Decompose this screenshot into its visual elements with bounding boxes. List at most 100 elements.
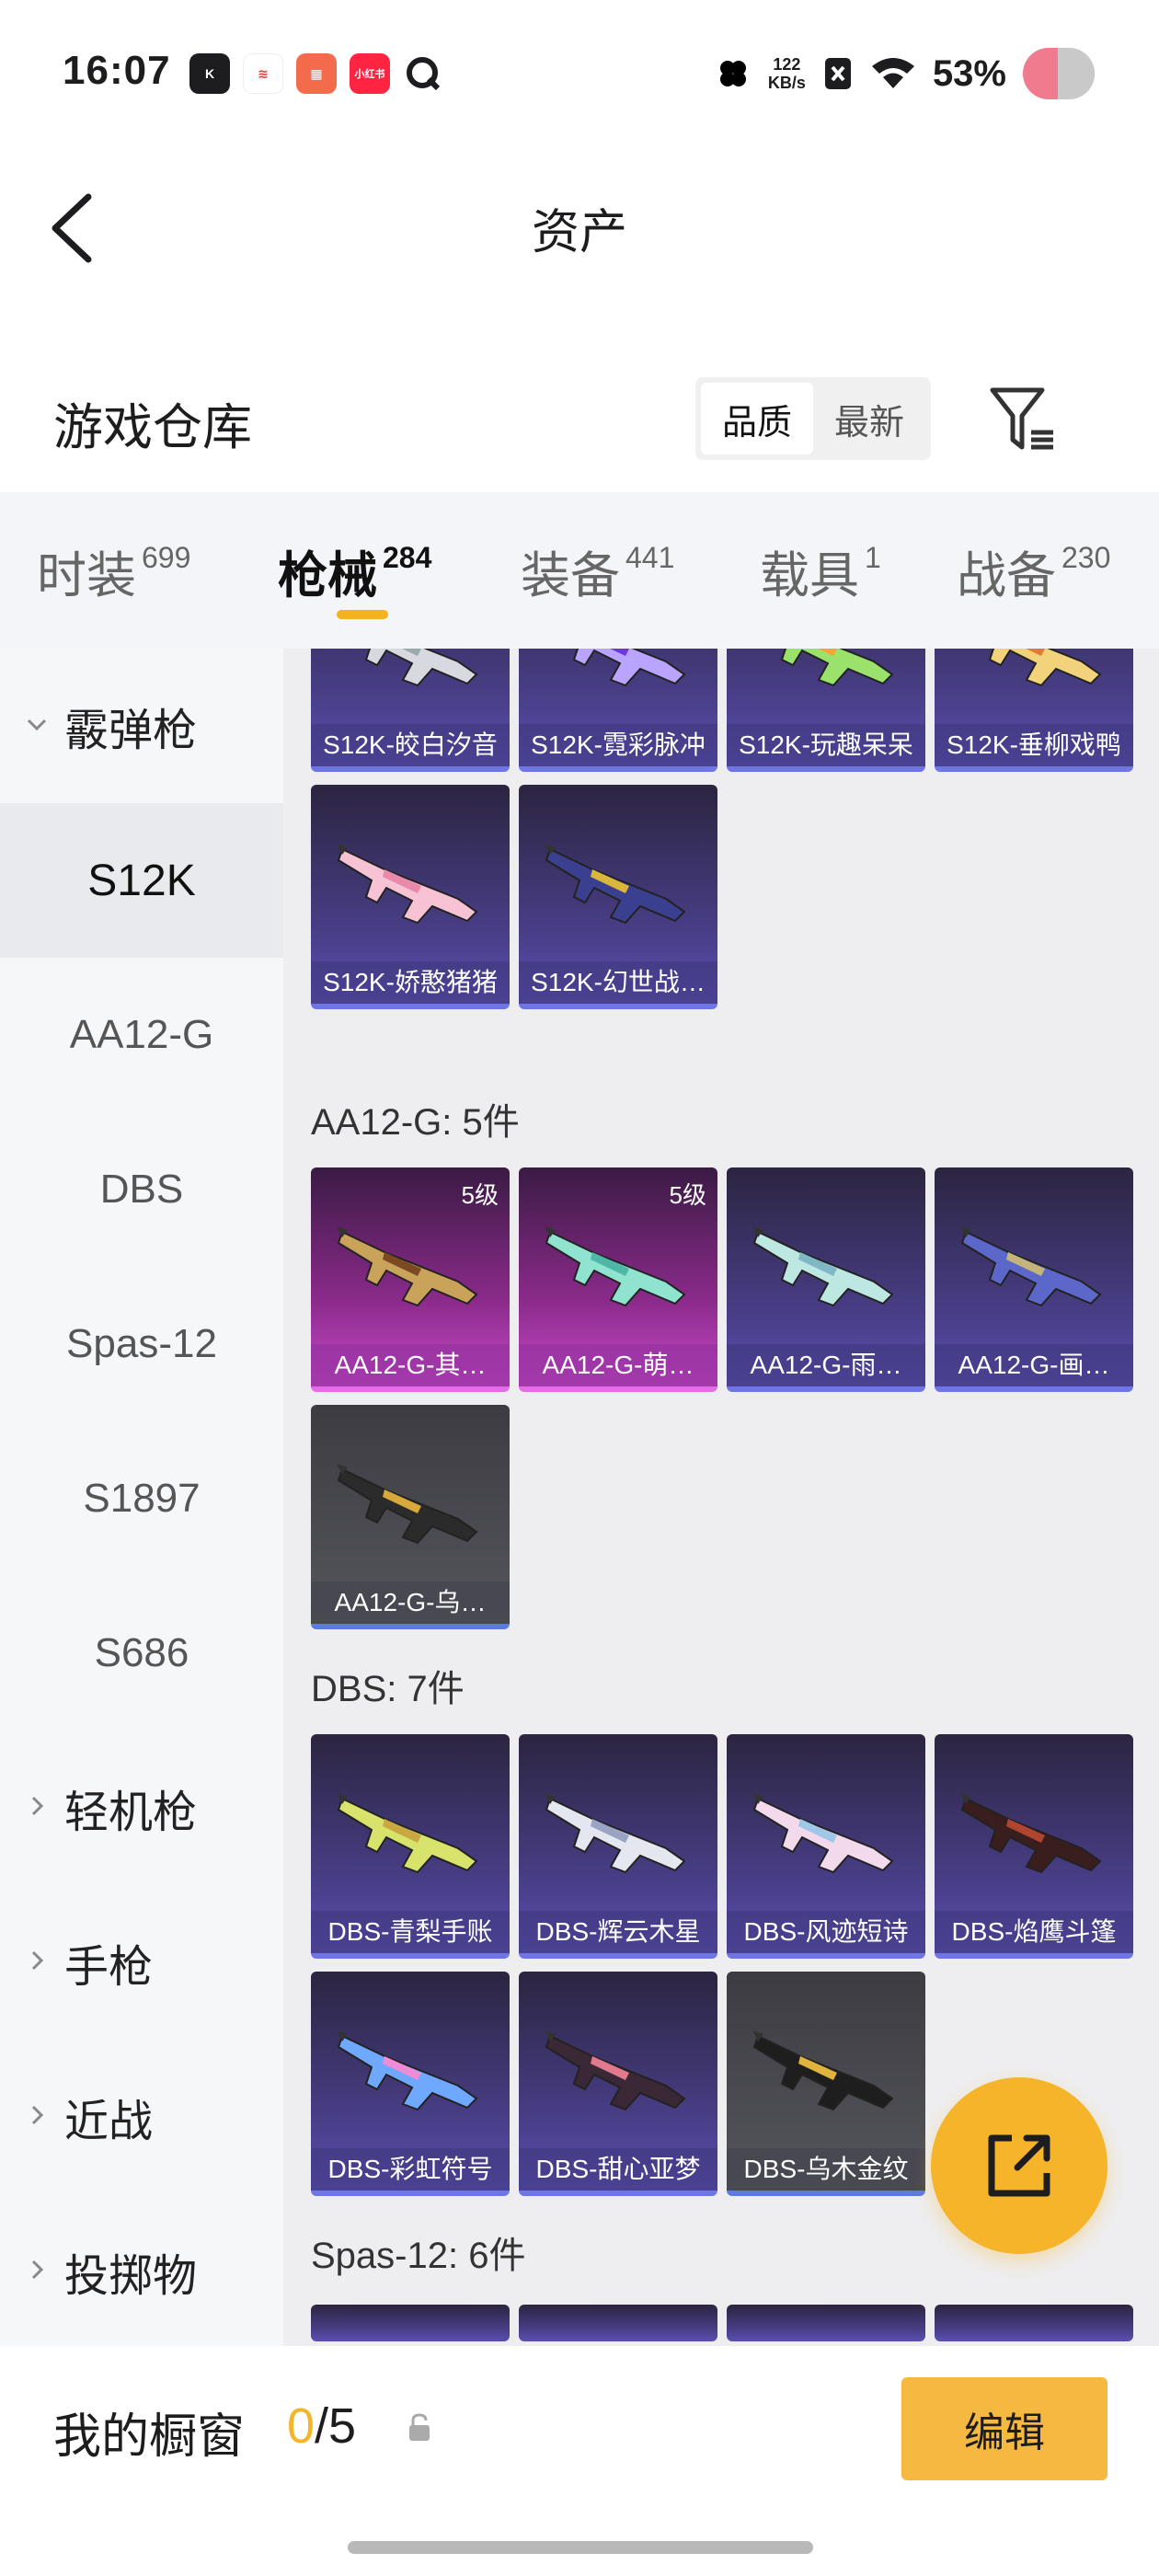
xiaohongshu-icon: 小红书 xyxy=(350,53,390,94)
sidebar-cat-label: 手枪 xyxy=(64,1943,154,1992)
skin-card[interactable]: 5级 AA12-G-萌… xyxy=(519,1167,717,1392)
skin-card[interactable]: S12K-玩趣呆呆 xyxy=(727,649,925,772)
battery-percent: 53% xyxy=(932,52,1006,94)
status-bar: 16:07 K ≋ ▦ 小红书 122 KB/s 53% xyxy=(0,0,1159,147)
sidebar-item-dbs[interactable]: DBS xyxy=(0,1112,283,1267)
chevron-right-icon xyxy=(31,1950,44,1971)
gun-image xyxy=(780,649,894,687)
top-nav: 资产 xyxy=(0,147,1159,304)
skin-card[interactable]: 5级 AA12-G-其… xyxy=(311,1167,510,1392)
skin-name: DBS-焰鹰斗篷 xyxy=(935,1911,1133,1953)
group-label-aa12g: AA12-G: 5件 xyxy=(311,1102,520,1143)
skin-card[interactable]: DBS-焰鹰斗篷 xyxy=(935,1734,1133,1959)
gun-image xyxy=(337,1464,478,1545)
net-speed: 122 KB/s xyxy=(767,55,806,92)
sidebar-item-s686[interactable]: S686 xyxy=(0,1576,283,1731)
skin-card-partial[interactable] xyxy=(311,2305,510,2341)
skin-name: DBS-辉云木星 xyxy=(519,1911,717,1953)
gun-image xyxy=(752,1793,894,1874)
home-indicator[interactable] xyxy=(348,2541,813,2554)
skin-card[interactable]: DBS-乌木金纹 xyxy=(727,1972,925,2196)
skin-name: S12K-玩趣呆呆 xyxy=(727,724,925,766)
share-external-icon xyxy=(988,2134,1050,2197)
lock-icon xyxy=(409,2413,430,2441)
chevron-right-icon xyxy=(31,2260,44,2280)
gun-image xyxy=(337,2030,478,2111)
gun-image xyxy=(545,1793,686,1874)
skin-name: AA12-G-乌… xyxy=(311,1581,510,1624)
skin-name: DBS-风迹短诗 xyxy=(727,1911,925,1953)
sidebar-cat-label: 霰弹枪 xyxy=(64,707,198,755)
sort-quality-button[interactable]: 品质 xyxy=(701,383,813,454)
search-app-icon xyxy=(403,53,443,94)
sidebar-cat-pistol[interactable]: 手枪 xyxy=(0,1885,283,2040)
skin-name: S12K-皎白汐音 xyxy=(311,724,510,766)
gun-image xyxy=(545,1226,686,1307)
skin-card[interactable]: AA12-G-雨… xyxy=(727,1167,925,1392)
tab-firearms[interactable]: 枪械 284 xyxy=(278,535,431,607)
clover-icon xyxy=(719,61,746,86)
skin-card[interactable]: AA12-G-乌… xyxy=(311,1405,510,1629)
gun-image xyxy=(988,649,1102,687)
gun-image xyxy=(572,649,686,687)
group-label-spas12: Spas-12: 6件 xyxy=(311,2236,526,2276)
skin-name: DBS-乌木金纹 xyxy=(727,2148,925,2191)
gun-image xyxy=(960,1793,1102,1874)
gun-image xyxy=(545,2030,686,2111)
edit-button[interactable]: 编辑 xyxy=(901,2377,1107,2480)
gun-image xyxy=(752,1226,894,1307)
skin-card[interactable]: DBS-甜心亚梦 xyxy=(519,1972,717,2196)
sidebar-item-aa12g[interactable]: AA12-G xyxy=(0,958,283,1112)
category-tabs: 时装 699 枪械 284 装备 441 载具 1 战备 230 xyxy=(0,492,1159,649)
filter-icon[interactable] xyxy=(989,385,1057,454)
skin-card[interactable]: S12K-娇憨猪猪 xyxy=(311,785,510,1009)
skin-name: DBS-彩虹符号 xyxy=(311,2148,510,2191)
warehouse-title: 游戏仓库 xyxy=(53,400,252,455)
sidebar-cat-shotgun[interactable]: 霰弹枪 xyxy=(0,649,283,803)
sidebar-item-s12k[interactable]: S12K xyxy=(0,803,283,958)
sidebar-cat-lmg[interactable]: 轻机枪 xyxy=(0,1731,283,1885)
status-app-icons: K ≋ ▦ 小红书 xyxy=(189,53,443,94)
skin-card[interactable]: DBS-风迹短诗 xyxy=(727,1734,925,1959)
battery-icon xyxy=(1023,48,1095,99)
share-fab-button[interactable] xyxy=(931,2077,1107,2254)
skin-card[interactable]: AA12-G-画… xyxy=(935,1167,1133,1392)
sidebar-cat-throwable[interactable]: 投掷物 xyxy=(0,2194,283,2346)
skin-card[interactable]: S12K-霓彩脉冲 xyxy=(519,649,717,772)
gun-image xyxy=(337,844,478,925)
skin-name: AA12-G-雨… xyxy=(727,1344,925,1386)
sidebar-cat-melee[interactable]: 近战 xyxy=(0,2040,283,2194)
skin-name: S12K-霓彩脉冲 xyxy=(519,724,717,766)
sidebar-item-s1897[interactable]: S1897 xyxy=(0,1421,283,1576)
chevron-down-icon xyxy=(27,719,47,731)
sidebar-cat-label: 投掷物 xyxy=(64,2252,198,2301)
tab-equipment[interactable]: 装备 441 xyxy=(521,535,674,607)
skin-card[interactable]: DBS-辉云木星 xyxy=(519,1734,717,1959)
gun-image xyxy=(337,1226,478,1307)
sidebar-item-spas12[interactable]: Spas-12 xyxy=(0,1267,283,1421)
sort-latest-button[interactable]: 最新 xyxy=(813,383,925,454)
status-right: 122 KB/s 53% xyxy=(715,48,1095,99)
skin-level-badge: 5级 xyxy=(669,1181,706,1209)
group-label-dbs: DBS: 7件 xyxy=(311,1669,465,1709)
tab-vehicles[interactable]: 载具 1 xyxy=(760,535,881,607)
skin-card[interactable]: S12K-皎白汐音 xyxy=(311,649,510,772)
gun-image xyxy=(752,2030,894,2111)
tab-fashion[interactable]: 时装 699 xyxy=(37,535,190,607)
skin-name: AA12-G-其… xyxy=(311,1344,510,1386)
notes-icon: ≋ xyxy=(243,53,283,94)
tab-supplies[interactable]: 战备 230 xyxy=(957,535,1110,607)
sidebar-cat-label: 轻机枪 xyxy=(64,1788,198,1837)
skin-card[interactable]: DBS-青梨手账 xyxy=(311,1734,510,1959)
gun-image xyxy=(545,844,686,925)
sim-icon xyxy=(824,58,851,89)
skin-card-partial[interactable] xyxy=(935,2305,1133,2341)
skin-name: DBS-甜心亚梦 xyxy=(519,2148,717,2191)
skin-card-partial[interactable] xyxy=(727,2305,925,2341)
gun-image xyxy=(364,649,478,687)
skin-card-partial[interactable] xyxy=(519,2305,717,2341)
skin-card[interactable]: S12K-垂柳戏鸭 xyxy=(935,649,1133,772)
skin-card[interactable]: DBS-彩虹符号 xyxy=(311,1972,510,2196)
status-time: 16:07 xyxy=(63,48,171,93)
skin-card[interactable]: S12K-幻世战… xyxy=(519,785,717,1009)
